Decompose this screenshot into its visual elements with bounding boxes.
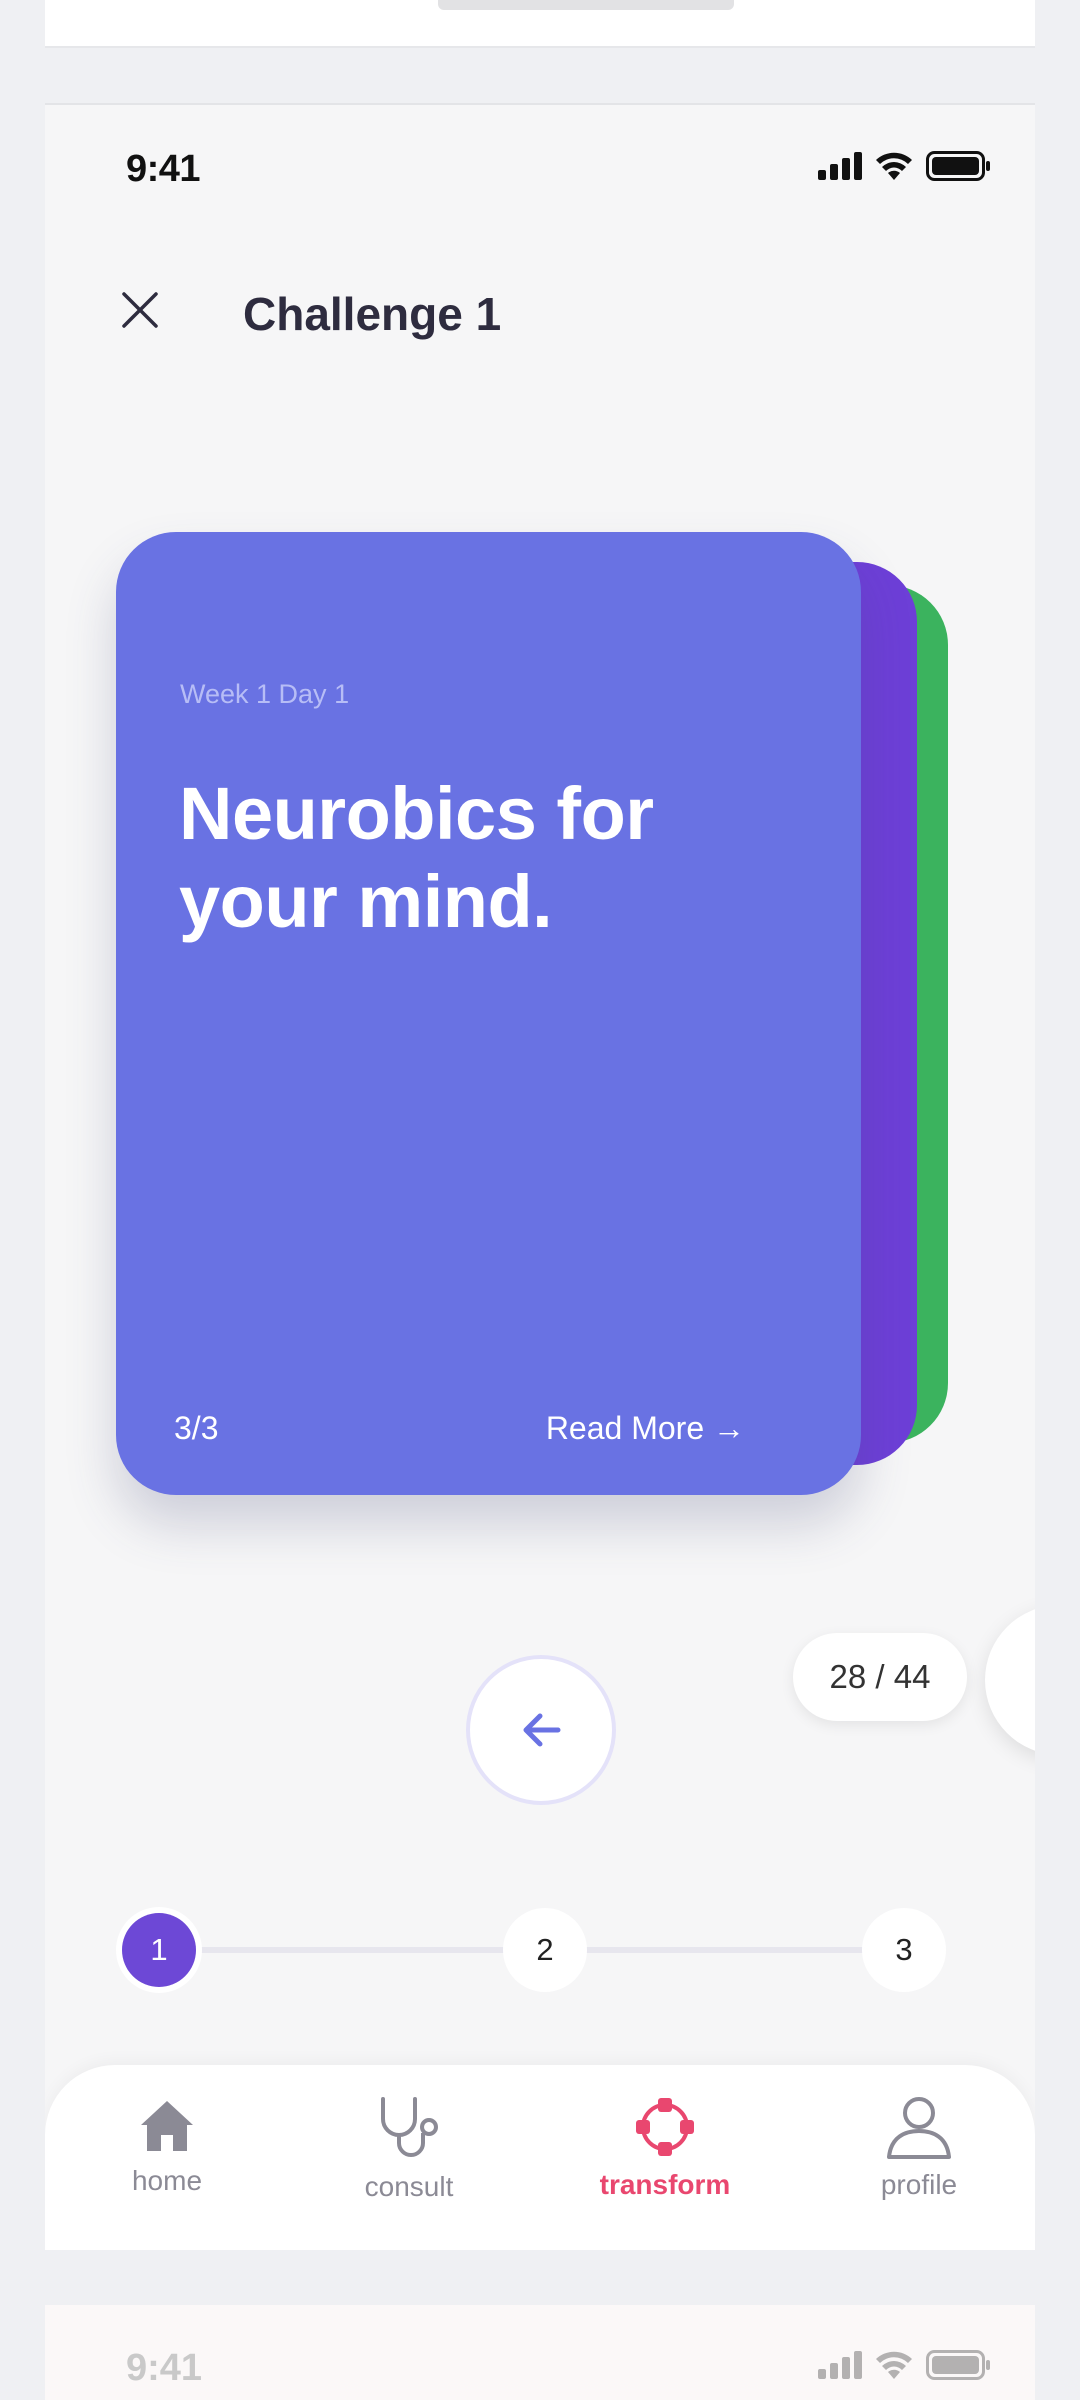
arrow-left-icon	[523, 1713, 561, 1747]
nav-label-home: home	[131, 2165, 203, 2196]
step-1[interactable]: 1	[122, 1913, 196, 1987]
signal-icon	[818, 152, 862, 180]
battery-icon	[926, 2350, 990, 2380]
close-icon	[122, 292, 158, 328]
nav-label-profile: profile	[880, 2169, 958, 2200]
card-count: 3/3	[174, 1410, 219, 1446]
close-button[interactable]	[115, 285, 165, 335]
nav-item-profile[interactable]: profile	[819, 2095, 1019, 2235]
status-bar: 9:41	[45, 105, 1035, 235]
next-screen-edge: 9:41	[45, 2305, 1035, 2400]
nav-item-consult[interactable]: consult	[309, 2095, 509, 2235]
status-time: 9:41	[126, 148, 201, 190]
previous-card-button[interactable]	[466, 1655, 616, 1805]
page-counter: 28 / 44	[793, 1633, 967, 1721]
battery-icon	[926, 151, 990, 181]
wifi-icon	[876, 152, 912, 180]
challenge-card[interactable]: Week 1 Day 1 Neurobics for your mind. 3/…	[116, 532, 861, 1495]
home-icon	[141, 2101, 193, 2151]
transform-icon	[636, 2098, 694, 2156]
grid-menu-button[interactable]	[985, 1605, 1035, 1755]
previous-screen-edge	[45, 0, 1035, 48]
stethoscope-icon	[381, 2097, 438, 2157]
nav-label-consult: consult	[364, 2171, 454, 2202]
read-more-link[interactable]: Read More →	[546, 1410, 745, 1447]
challenge-screen: 9:41 Challenge 1 Week 1 Day 1 Neurobics …	[45, 103, 1035, 2250]
signal-icon	[818, 2351, 862, 2379]
wifi-icon	[876, 2351, 912, 2379]
nav-item-transform[interactable]: transform	[565, 2095, 765, 2235]
card-title: Neurobics for your mind.	[179, 772, 654, 943]
step-2[interactable]: 2	[503, 1908, 587, 1992]
profile-icon	[887, 2097, 951, 2159]
next-screen-time: 9:41	[126, 2347, 203, 2389]
status-icons	[818, 151, 992, 181]
drag-handle	[438, 0, 734, 10]
step-3[interactable]: 3	[862, 1908, 946, 1992]
nav-label-transform: transform	[599, 2169, 731, 2200]
nav-item-home[interactable]: home	[67, 2095, 267, 2235]
page-title: Challenge 1	[243, 288, 502, 340]
card-week-label: Week 1 Day 1	[180, 679, 350, 709]
next-screen-status-icons	[818, 2350, 992, 2380]
bottom-navigation: home consult transform profile	[45, 2065, 1035, 2250]
header: Challenge 1	[45, 265, 1035, 355]
